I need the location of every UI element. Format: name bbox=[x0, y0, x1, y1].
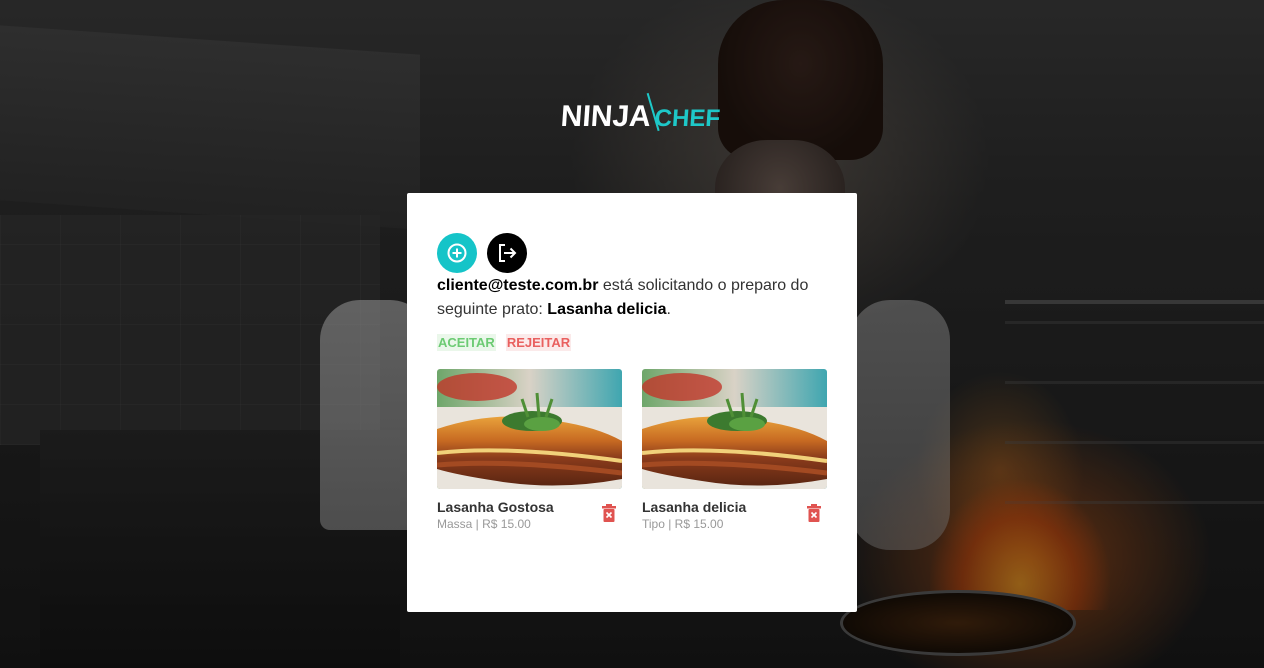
dish-card: Lasanha delicia Tipo | R$ 15.00 bbox=[642, 369, 827, 532]
dish-list: Lasanha Gostosa Massa | R$ 15.00 Lasanha… bbox=[437, 369, 827, 532]
accept-button[interactable]: ACEITAR bbox=[437, 334, 496, 351]
dish-info: Lasanha Gostosa Massa | R$ 15.00 bbox=[437, 498, 622, 532]
logo-chef-text: CHEF bbox=[653, 105, 721, 132]
dish-text: Lasanha delicia Tipo | R$ 15.00 bbox=[642, 498, 746, 532]
requested-dish-name: Lasanha delicia bbox=[547, 301, 667, 318]
logout-button[interactable] bbox=[487, 233, 527, 273]
dish-image-lasagna bbox=[437, 369, 622, 489]
reject-button[interactable]: REJEITAR bbox=[505, 334, 572, 351]
dish-meta: Massa | R$ 15.00 bbox=[437, 517, 531, 531]
dish-meta: Tipo | R$ 15.00 bbox=[642, 517, 724, 531]
dashboard-card: cliente@teste.com.br está solicitando o … bbox=[407, 193, 857, 612]
logo-ninja-text: NINJA bbox=[559, 100, 652, 133]
request-text-end: . bbox=[666, 301, 671, 318]
toolbar bbox=[437, 233, 827, 273]
dish-card: Lasanha Gostosa Massa | R$ 15.00 bbox=[437, 369, 622, 532]
request-actions: ACEITAR REJEITAR bbox=[437, 334, 827, 351]
dish-name: Lasanha Gostosa bbox=[437, 499, 554, 515]
plus-circle-icon bbox=[447, 243, 467, 263]
add-dish-button[interactable] bbox=[437, 233, 477, 273]
request-message: cliente@teste.com.br está solicitando o … bbox=[437, 274, 817, 322]
trash-icon[interactable] bbox=[807, 504, 821, 522]
dish-image-lasagna bbox=[642, 369, 827, 489]
logout-icon bbox=[499, 244, 517, 262]
dish-info: Lasanha delicia Tipo | R$ 15.00 bbox=[642, 498, 827, 532]
trash-icon[interactable] bbox=[602, 504, 616, 522]
dish-name: Lasanha delicia bbox=[642, 499, 747, 515]
client-email: cliente@teste.com.br bbox=[437, 277, 599, 294]
ninjachef-logo: NINJACHEF bbox=[559, 92, 721, 136]
dish-text: Lasanha Gostosa Massa | R$ 15.00 bbox=[437, 498, 554, 532]
